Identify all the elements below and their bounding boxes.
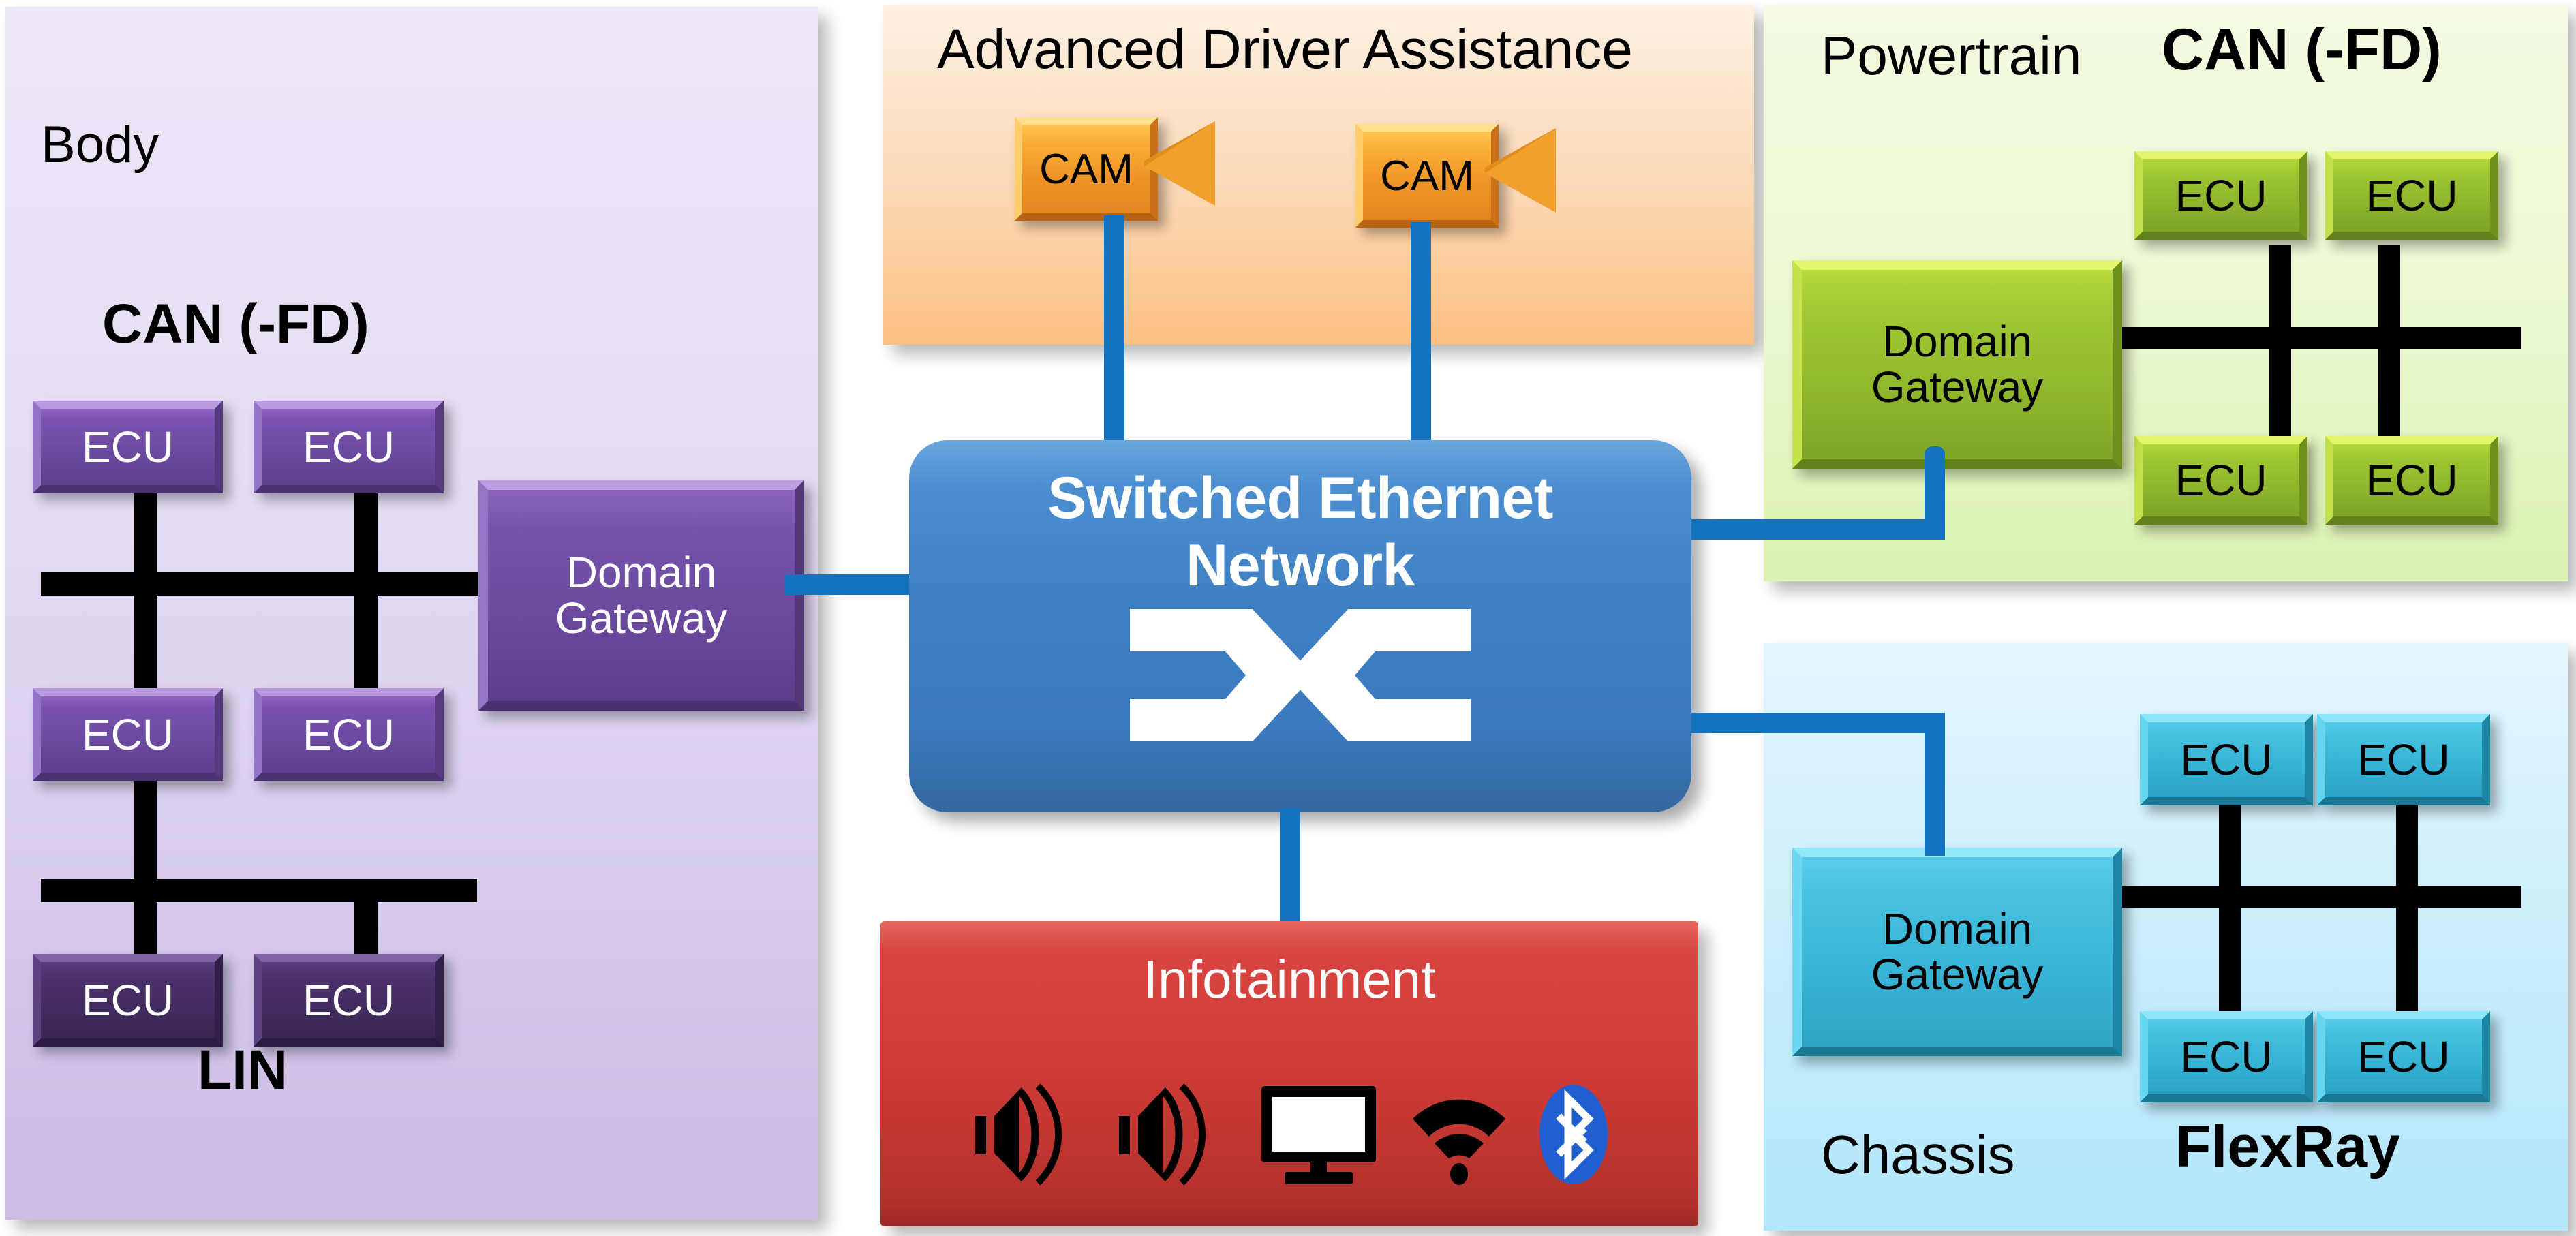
ecu-label: ECU bbox=[302, 422, 395, 472]
ethernet-link-chassis-vertical bbox=[1925, 713, 1945, 856]
ecu-label: ECU bbox=[2357, 735, 2450, 784]
ecu-node[interactable]: ECU bbox=[254, 401, 444, 493]
camera-label: CAM bbox=[1039, 145, 1133, 193]
ecu-label: ECU bbox=[2175, 170, 2267, 220]
bus-stub-powertrain-left bbox=[2269, 245, 2291, 436]
speaker-icon bbox=[975, 1083, 1062, 1186]
ecu-label: ECU bbox=[81, 422, 174, 472]
gateway-label-line1: Domain bbox=[1882, 317, 2033, 367]
domain-gateway-powertrain[interactable]: Domain Gateway bbox=[1792, 260, 2122, 469]
gateway-label-line2: Gateway bbox=[555, 593, 728, 643]
ethernet-link-chassis-horizontal bbox=[1691, 713, 1945, 733]
ecu-node[interactable]: ECU bbox=[2134, 436, 2307, 525]
bus-label-chassis-flexray: FlexRay bbox=[2175, 1114, 2400, 1179]
ecu-label: ECU bbox=[81, 975, 174, 1025]
ecu-label: ECU bbox=[302, 709, 395, 759]
gateway-label-line1: Domain bbox=[1882, 904, 2033, 954]
bus-stub-powertrain-right bbox=[2378, 245, 2400, 436]
switch-title-line2: Network bbox=[1186, 532, 1415, 598]
camera-node[interactable]: CAM bbox=[1015, 117, 1219, 226]
bus-stub-chassis-right bbox=[2396, 789, 2418, 1011]
gateway-label-line1: Domain bbox=[566, 548, 717, 598]
camera-lens-icon bbox=[1144, 121, 1215, 206]
ecu-node[interactable]: ECU bbox=[2325, 151, 2498, 240]
ecu-node[interactable]: ECU bbox=[254, 688, 444, 781]
speaker-icon bbox=[1119, 1083, 1206, 1186]
camera-body: CAM bbox=[1355, 124, 1499, 228]
ecu-label: ECU bbox=[2180, 735, 2273, 784]
bluetooth-icon bbox=[1539, 1085, 1608, 1184]
ecu-node-lin[interactable]: ECU bbox=[254, 954, 444, 1047]
switch-title-line1: Switched Ethernet bbox=[1047, 465, 1553, 531]
ecu-label: ECU bbox=[302, 975, 395, 1025]
bus-stub-body-lin-left bbox=[134, 763, 157, 961]
ecu-node[interactable]: ECU bbox=[2140, 1011, 2313, 1102]
ecu-node[interactable]: ECU bbox=[33, 688, 223, 781]
ecu-label: ECU bbox=[81, 709, 174, 759]
ethernet-link-infotainment bbox=[1280, 808, 1300, 928]
ethernet-link-camera-2 bbox=[1411, 222, 1431, 447]
bus-line-chassis-horizontal bbox=[2099, 886, 2521, 908]
ecu-node[interactable]: ECU bbox=[2317, 714, 2490, 805]
ecu-label: ECU bbox=[2357, 1032, 2450, 1081]
switch-crossover-icon bbox=[1130, 608, 1471, 741]
bus-stub-chassis-left bbox=[2219, 789, 2241, 1011]
wifi-icon bbox=[1413, 1099, 1505, 1185]
bus-label-body-lin: LIN bbox=[198, 1039, 288, 1101]
camera-lens-icon bbox=[1485, 128, 1556, 213]
ecu-node[interactable]: ECU bbox=[2140, 714, 2313, 805]
diagram-canvas: Body CAN (-FD) LIN ECU ECU ECU ECU ECU E… bbox=[0, 0, 2576, 1236]
switch-title: Switched Ethernet Network bbox=[1047, 465, 1553, 600]
domain-label-adas: Advanced Driver Assistance bbox=[937, 18, 1633, 80]
domain-label-body: Body bbox=[41, 116, 159, 174]
gateway-label-line2: Gateway bbox=[1871, 362, 2044, 412]
ecu-label: ECU bbox=[2175, 455, 2267, 505]
gateway-label-line2: Gateway bbox=[1871, 950, 2044, 999]
ethernet-link-body bbox=[785, 574, 915, 595]
ecu-node[interactable]: ECU bbox=[2325, 436, 2498, 525]
bus-label-body-can: CAN (-FD) bbox=[102, 293, 369, 355]
domain-label-powertrain: Powertrain bbox=[1821, 25, 2082, 86]
ecu-label: ECU bbox=[2365, 455, 2458, 505]
bus-stub-body-lin-right bbox=[354, 879, 378, 961]
camera-body: CAM bbox=[1015, 117, 1158, 221]
bus-line-powertrain-horizontal bbox=[2099, 327, 2521, 349]
camera-node[interactable]: CAM bbox=[1355, 124, 1560, 233]
ecu-label: ECU bbox=[2365, 170, 2458, 220]
ethernet-link-powertrain-vertical bbox=[1925, 446, 1945, 540]
camera-label: CAM bbox=[1380, 152, 1474, 200]
switched-ethernet-network-node[interactable]: Switched Ethernet Network bbox=[909, 440, 1691, 812]
domain-gateway-chassis[interactable]: Domain Gateway bbox=[1792, 848, 2122, 1056]
ecu-label: ECU bbox=[2180, 1032, 2273, 1081]
domain-label-chassis: Chassis bbox=[1821, 1124, 2015, 1185]
ecu-node[interactable]: ECU bbox=[2134, 151, 2307, 240]
bus-line-body-lin-horizontal bbox=[41, 879, 477, 902]
domain-gateway-body[interactable]: Domain Gateway bbox=[478, 480, 804, 711]
monitor-icon bbox=[1261, 1086, 1376, 1184]
infotainment-icon-row bbox=[880, 1070, 1698, 1199]
domain-label-infotainment: Infotainment bbox=[1143, 949, 1436, 1009]
bus-label-powertrain-can: CAN (-FD) bbox=[2162, 17, 2442, 82]
ecu-node[interactable]: ECU bbox=[2317, 1011, 2490, 1102]
ecu-node-lin[interactable]: ECU bbox=[33, 954, 223, 1047]
ecu-node[interactable]: ECU bbox=[33, 401, 223, 493]
ethernet-link-camera-1 bbox=[1104, 215, 1124, 447]
ethernet-link-powertrain-horizontal bbox=[1691, 519, 1945, 540]
